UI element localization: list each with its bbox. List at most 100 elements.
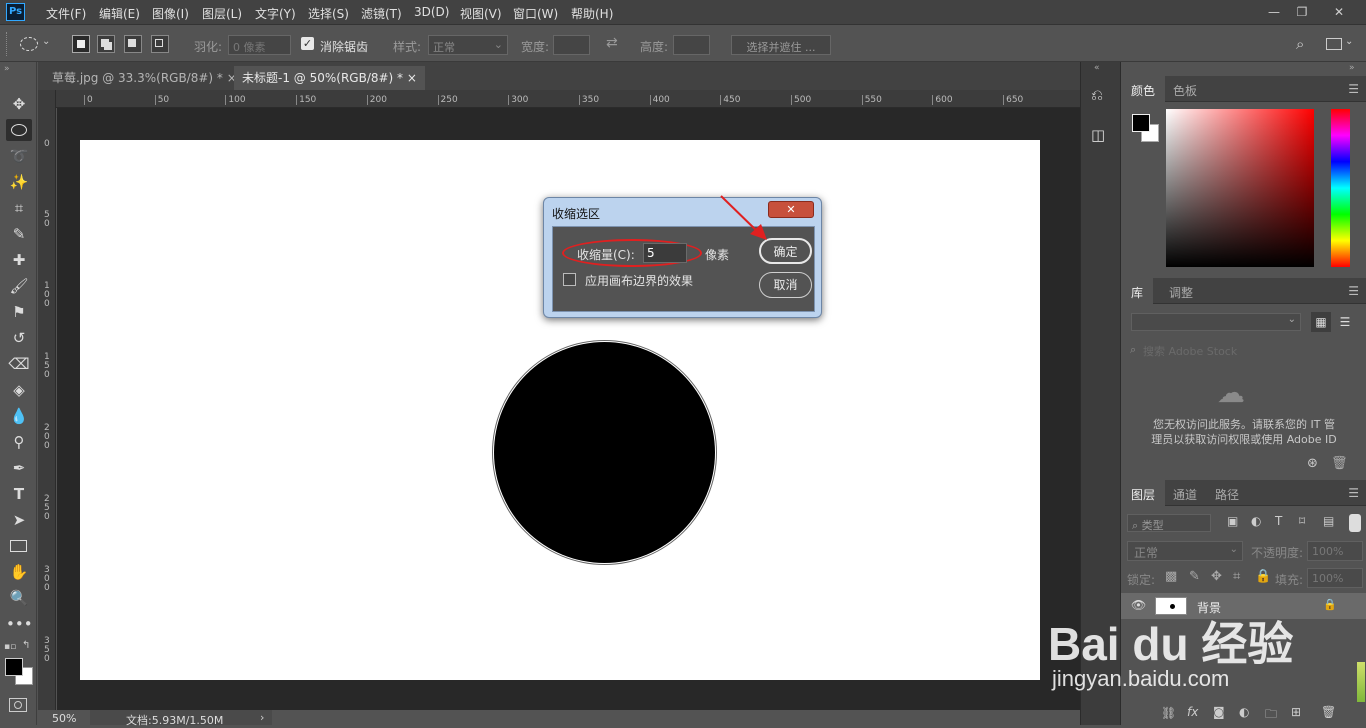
height-input[interactable] (673, 35, 710, 55)
hue-slider[interactable] (1331, 109, 1350, 267)
library-select[interactable]: ⌄ (1131, 313, 1301, 331)
trash-icon[interactable]: 🗑 (1331, 456, 1348, 471)
filter-toggle[interactable] (1349, 514, 1361, 532)
new-selection-icon[interactable] (72, 35, 90, 53)
default-colors-icon[interactable]: ▪▫ (4, 642, 16, 652)
panel-menu-icon[interactable]: ☰ (1348, 284, 1359, 298)
image-filter-icon[interactable]: ▣ (1227, 514, 1238, 528)
crop-tool-icon[interactable]: ⌗ (6, 197, 32, 219)
move-tool-icon[interactable]: ✥ (6, 93, 32, 115)
tab-adjustments[interactable]: 调整 (1159, 278, 1203, 304)
tab-close-icon[interactable]: × (407, 71, 417, 85)
smart-object-filter-icon[interactable]: ▤ (1323, 514, 1334, 528)
cancel-button[interactable]: 取消 (759, 272, 812, 298)
list-view-icon[interactable]: ☰ (1335, 312, 1355, 332)
select-and-mask-button[interactable]: 选择并遮住 ... (731, 35, 831, 55)
tab-untitled-1[interactable]: 未标题-1 @ 50%(RGB/8#) * × (234, 66, 425, 90)
horizontal-ruler[interactable]: 0 50 100 150 200 250 300 350 400 450 500 550 600 650 (56, 90, 1080, 108)
history-brush-tool-icon[interactable]: ↺ (6, 327, 32, 349)
menu-image[interactable]: 图像(I) (152, 5, 189, 22)
creative-cloud-icon[interactable]: ⊛ (1307, 456, 1318, 471)
workspace-icon[interactable] (1326, 38, 1342, 50)
lock-position-icon[interactable]: ✥ (1211, 569, 1222, 584)
chevron-right-icon[interactable]: › (260, 711, 264, 724)
tab-channels[interactable]: 通道 (1163, 480, 1207, 506)
hand-tool-icon[interactable]: ✋ (6, 561, 32, 583)
tab-libraries[interactable]: 库 (1121, 278, 1154, 304)
history-panel-icon[interactable]: ⎌ (1091, 86, 1103, 104)
close-window-icon[interactable]: ✕ (1328, 3, 1350, 21)
amount-input[interactable]: 5 (643, 243, 687, 263)
chevron-down-icon[interactable]: ⌄ (1345, 36, 1353, 47)
intersect-selection-icon[interactable] (151, 35, 169, 53)
lasso-tool-icon[interactable]: ➰ (6, 145, 32, 167)
magic-wand-tool-icon[interactable]: ✨ (6, 171, 32, 193)
menu-filter[interactable]: 滤镜(T) (361, 5, 402, 22)
panel-menu-icon[interactable]: ☰ (1348, 486, 1359, 500)
adjustment-layer-icon[interactable]: ◐ (1239, 705, 1249, 719)
stock-search-input[interactable]: 搜索 Adobe Stock (1143, 343, 1237, 359)
apply-canvas-bounds-checkbox[interactable] (563, 273, 576, 286)
paint-bucket-tool-icon[interactable]: ◈ (6, 379, 32, 401)
lock-transparent-icon[interactable]: ▩ (1165, 569, 1177, 584)
doc-info-box[interactable]: 文档:5.93M/1.50M (90, 710, 272, 727)
color-field[interactable] (1166, 109, 1314, 267)
adjustment-filter-icon[interactable]: ◐ (1251, 514, 1261, 528)
elliptical-marquee-tool-icon[interactable] (6, 119, 32, 141)
shape-filter-icon[interactable]: ⌑ (1299, 514, 1305, 528)
feather-input[interactable]: 0 像素 (228, 35, 291, 55)
menu-window[interactable]: 窗口(W) (513, 5, 558, 22)
3d-panel-icon[interactable]: ◫ (1091, 126, 1105, 144)
swap-colors-icon[interactable]: ↰ (22, 640, 30, 651)
menu-layer[interactable]: 图层(L) (202, 5, 242, 22)
menu-help[interactable]: 帮助(H) (571, 5, 613, 22)
collapse-arrows-icon[interactable]: » (1349, 63, 1355, 73)
lock-artboard-icon[interactable]: ⌗ (1233, 569, 1240, 584)
fx-icon[interactable]: fx (1187, 705, 1198, 719)
rectangle-tool-icon[interactable] (6, 535, 32, 557)
elliptical-marquee-preset-icon[interactable] (20, 37, 38, 51)
menu-select[interactable]: 选择(S) (308, 5, 349, 22)
brush-tool-icon[interactable]: 🖌 (6, 275, 32, 297)
lock-all-icon[interactable]: 🔒 (1255, 569, 1271, 584)
blur-tool-icon[interactable]: 💧 (6, 405, 32, 427)
selected-black-circle[interactable] (494, 342, 715, 563)
menu-file[interactable]: 文件(F) (46, 5, 86, 22)
vertical-ruler[interactable]: 0 5 0 1 0 0 1 5 0 2 0 0 2 5 0 3 0 0 3 5 0 (38, 90, 56, 710)
chevron-down-icon[interactable]: ⌄ (42, 36, 50, 47)
foreground-color-swatch[interactable] (5, 658, 23, 676)
path-selection-tool-icon[interactable]: ➤ (6, 509, 32, 531)
delete-layer-icon[interactable]: 🗑 (1321, 705, 1336, 719)
type-tool-icon[interactable]: T (6, 483, 32, 505)
menu-3d[interactable]: 3D(D) (414, 5, 449, 19)
eraser-tool-icon[interactable]: ⌫ (6, 353, 32, 375)
type-filter-icon[interactable]: T (1275, 514, 1282, 528)
tab-strawberry[interactable]: 草莓.jpg @ 33.3%(RGB/8#) * × (44, 66, 245, 90)
fill-input[interactable]: 100% (1307, 568, 1363, 588)
more-tools-icon[interactable]: ••• (6, 613, 33, 635)
restore-icon[interactable]: ❐ (1291, 3, 1313, 21)
quick-mask-icon[interactable] (9, 698, 27, 712)
new-group-icon[interactable]: 🗀 (1265, 705, 1277, 726)
pen-tool-icon[interactable]: ✒ (6, 457, 32, 479)
dodge-tool-icon[interactable]: ⚲ (6, 431, 32, 453)
menu-type[interactable]: 文字(Y) (255, 5, 296, 22)
swap-arrows-icon[interactable]: ⇄ (606, 35, 618, 51)
opacity-input[interactable]: 100% (1307, 541, 1363, 561)
eyedropper-tool-icon[interactable]: ✎ (6, 223, 32, 245)
link-layers-icon[interactable]: ⛓ (1161, 706, 1176, 720)
new-layer-icon[interactable]: ⊞ (1291, 705, 1301, 719)
tab-layers[interactable]: 图层 (1121, 480, 1166, 506)
minimize-icon[interactable]: — (1263, 3, 1285, 21)
scrollbar-thumb[interactable] (1357, 662, 1365, 702)
lock-pixels-icon[interactable]: ✎ (1189, 569, 1200, 584)
tab-paths[interactable]: 路径 (1205, 480, 1249, 506)
search-icon[interactable]: ⌕ (1296, 35, 1304, 53)
menu-view[interactable]: 视图(V) (460, 5, 502, 22)
grid-view-icon[interactable]: ▦ (1311, 312, 1331, 332)
layer-filter-select[interactable]: ⌕ 类型 (1127, 514, 1211, 532)
healing-brush-tool-icon[interactable]: ✚ (6, 249, 32, 271)
clone-stamp-tool-icon[interactable]: ⚑ (6, 301, 32, 323)
antialias-checkbox[interactable]: ✓ (301, 37, 314, 50)
collapse-arrows-icon[interactable]: « (1094, 63, 1100, 73)
